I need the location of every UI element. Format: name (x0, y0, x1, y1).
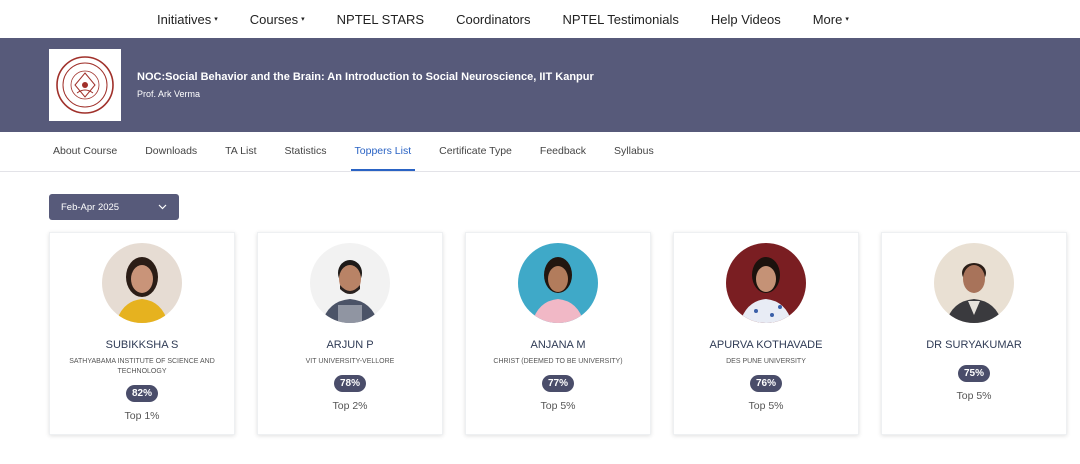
avatar (518, 243, 598, 323)
caret-down-icon: ▾ (214, 16, 218, 23)
topper-name: ARJUN P (326, 339, 374, 351)
course-logo (49, 49, 121, 121)
nav-help-videos-label: Help Videos (710, 11, 781, 27)
caret-down-icon: ▾ (845, 16, 849, 23)
toppers-cards: SUBIKKSHA S SATHYABAMA INSTITUTE OF SCIE… (49, 232, 1080, 435)
nav-courses-label: Courses (249, 11, 299, 27)
topper-card: SUBIKKSHA S SATHYABAMA INSTITUTE OF SCIE… (49, 232, 235, 435)
avatar (934, 243, 1014, 323)
score-badge: 82% (125, 385, 158, 402)
term-select[interactable]: Feb-Apr 2025 (49, 194, 179, 220)
term-select-value: Feb-Apr 2025 (61, 201, 120, 213)
topper-institution: CHRIST (DEEMED TO BE UNIVERSITY) (493, 358, 623, 365)
topper-card: APURVA KOTHAVADE DES PUNE UNIVERSITY 76%… (673, 232, 859, 435)
topper-rank: Top 2% (332, 400, 368, 412)
tab-ta-list[interactable]: TA List (221, 132, 260, 171)
nav-coordinators-label: Coordinators (456, 11, 531, 27)
avatar (102, 243, 182, 323)
avatar (726, 243, 806, 323)
avatar (310, 243, 390, 323)
score-badge: 78% (333, 375, 366, 392)
course-title: NOC:Social Behavior and the Brain: An In… (137, 71, 594, 83)
caret-down-icon: ▾ (301, 16, 305, 23)
nav-testimonials[interactable]: NPTEL Testimonials (563, 12, 679, 27)
topper-card: DR SURYAKUMAR 75% Top 5% (881, 232, 1067, 435)
nav-coordinators[interactable]: Coordinators (456, 12, 530, 27)
chevron-down-icon (158, 202, 167, 212)
topper-institution: VIT UNIVERSITY-VELLORE (305, 358, 395, 365)
tab-feedback[interactable]: Feedback (536, 132, 590, 171)
topper-institution: DES PUNE UNIVERSITY (726, 358, 806, 365)
topper-card: ARJUN P VIT UNIVERSITY-VELLORE 78% Top 2… (257, 232, 443, 435)
tab-certificate-type[interactable]: Certificate Type (435, 132, 516, 171)
score-badge: 77% (541, 375, 574, 392)
nav-more[interactable]: More ▾ (813, 12, 849, 27)
toppers-content: Feb-Apr 2025 SUBIKKSHA S SATHYABAMA INST… (0, 172, 1080, 464)
topper-name: SUBIKKSHA S (105, 339, 179, 351)
score-badge: 76% (749, 375, 782, 392)
tab-syllabus[interactable]: Syllabus (610, 132, 658, 171)
course-banner: NOC:Social Behavior and the Brain: An In… (0, 38, 1080, 132)
nav-initiatives[interactable]: Initiatives ▾ (157, 12, 218, 27)
topper-institution: SATHYABAMA INSTITUTE OF SCIENCE AND TECH… (69, 358, 215, 375)
iit-kanpur-seal-icon (56, 56, 114, 114)
topper-name: APURVA KOTHAVADE (709, 339, 823, 351)
tab-downloads[interactable]: Downloads (141, 132, 201, 171)
topper-rank: Top 5% (956, 390, 992, 402)
nav-nptel-stars-label: NPTEL STARS (336, 11, 425, 27)
course-professor: Prof. Ark Verma (137, 89, 201, 99)
course-tabs: About Course Downloads TA List Statistic… (0, 132, 1080, 172)
nav-initiatives-label: Initiatives (157, 11, 212, 27)
topper-name: DR SURYAKUMAR (926, 339, 1022, 351)
topper-rank: Top 5% (540, 400, 576, 412)
nav-courses[interactable]: Courses ▾ (250, 12, 305, 27)
nav-more-label: More (812, 11, 843, 27)
tab-toppers-list[interactable]: Toppers List (350, 132, 416, 171)
tab-about-course[interactable]: About Course (49, 132, 121, 171)
nav-help-videos[interactable]: Help Videos (711, 12, 781, 27)
tab-statistics[interactable]: Statistics (281, 132, 331, 171)
top-nav: Initiatives ▾ Courses ▾ NPTEL STARS Coordi… (0, 0, 1080, 38)
topper-name: ANJANA M (530, 339, 586, 351)
topper-rank: Top 1% (124, 410, 160, 422)
nav-nptel-stars[interactable]: NPTEL STARS (337, 12, 424, 27)
course-info: NOC:Social Behavior and the Brain: An In… (137, 71, 594, 99)
topper-card: ANJANA M CHRIST (DEEMED TO BE UNIVERSITY… (465, 232, 651, 435)
score-badge: 75% (957, 365, 990, 382)
topper-rank: Top 5% (748, 400, 784, 412)
nav-testimonials-label: NPTEL Testimonials (562, 11, 679, 27)
